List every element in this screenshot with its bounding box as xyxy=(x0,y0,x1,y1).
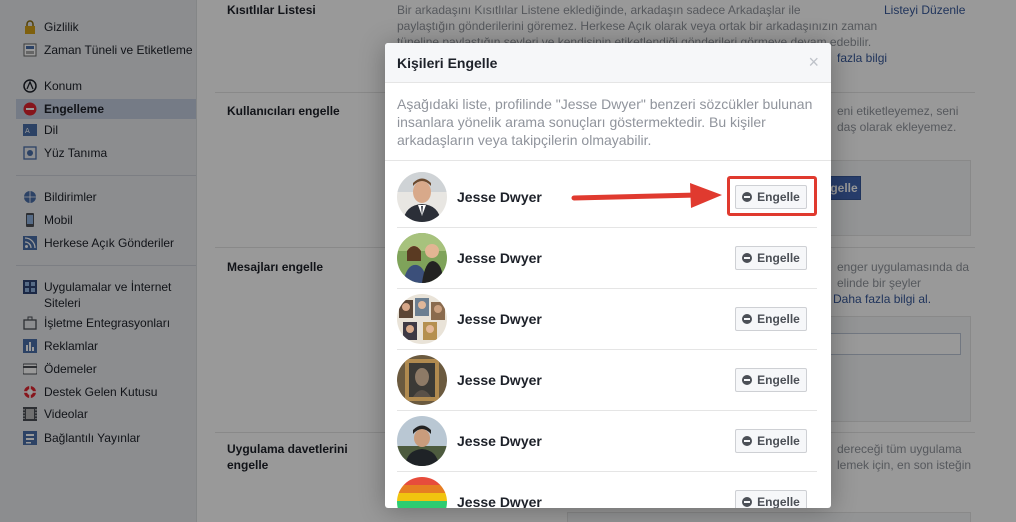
block-button-label: Engelle xyxy=(757,495,800,508)
person-row: Jesse Dwyer Engelle xyxy=(397,411,817,472)
avatar[interactable] xyxy=(397,416,447,466)
annotation-arrow xyxy=(571,183,722,208)
person-row: Jesse Dwyer Engelle xyxy=(397,289,817,350)
avatar[interactable] xyxy=(397,233,447,283)
block-people-dialog: Kişileri Engelle × Aşağıdaki liste, prof… xyxy=(385,43,831,508)
block-button[interactable]: Engelle xyxy=(735,368,807,392)
avatar[interactable] xyxy=(397,477,447,508)
minus-circle-icon xyxy=(742,253,753,263)
person-name[interactable]: Jesse Dwyer xyxy=(457,433,542,449)
dialog-title: Kişileri Engelle xyxy=(397,55,498,71)
block-button-label: Engelle xyxy=(757,251,800,265)
avatar[interactable] xyxy=(397,294,447,344)
block-button[interactable]: Engelle xyxy=(735,429,807,453)
person-name[interactable]: Jesse Dwyer xyxy=(457,189,542,205)
dialog-description: Aşağıdaki liste, profilinde "Jesse Dwyer… xyxy=(385,83,831,161)
avatar[interactable] xyxy=(397,355,447,405)
person-name[interactable]: Jesse Dwyer xyxy=(457,494,542,508)
block-button-label: Engelle xyxy=(757,312,800,326)
person-row: Jesse Dwyer Engelle xyxy=(397,350,817,411)
minus-circle-icon xyxy=(742,375,753,385)
avatar[interactable] xyxy=(397,172,447,222)
person-row: Jesse Dwyer Engelle xyxy=(397,472,817,508)
person-name[interactable]: Jesse Dwyer xyxy=(457,311,542,327)
block-button[interactable]: Engelle xyxy=(735,490,807,508)
minus-circle-icon xyxy=(742,497,753,507)
block-button-label: Engelle xyxy=(757,373,800,387)
dialog-header: Kişileri Engelle × xyxy=(385,43,831,83)
minus-circle-icon xyxy=(742,436,753,446)
block-button[interactable]: Engelle xyxy=(735,246,807,270)
person-name[interactable]: Jesse Dwyer xyxy=(457,250,542,266)
person-name[interactable]: Jesse Dwyer xyxy=(457,372,542,388)
block-button-label: Engelle xyxy=(757,434,800,448)
close-icon[interactable]: × xyxy=(808,53,819,71)
block-button[interactable]: Engelle xyxy=(735,307,807,331)
person-row: Jesse Dwyer Engelle xyxy=(397,228,817,289)
minus-circle-icon xyxy=(742,314,753,324)
annotation-highlight-box xyxy=(727,176,817,216)
